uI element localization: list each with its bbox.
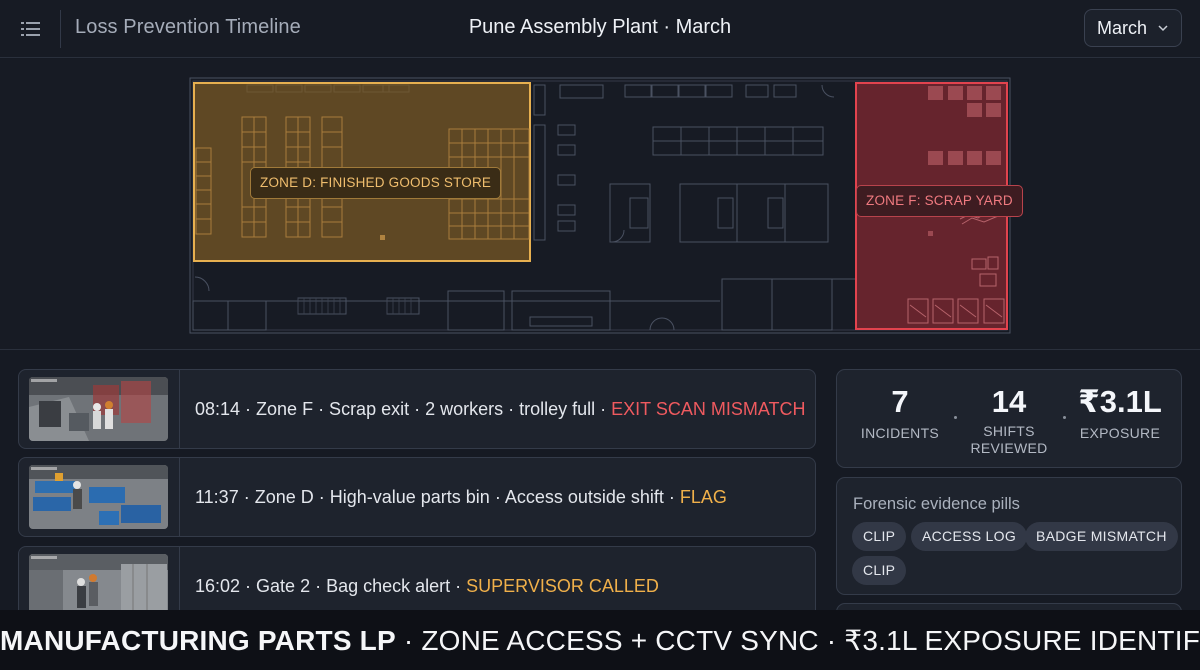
banner-title: MANUFACTURING PARTS LP <box>0 625 396 656</box>
evidence-pills-title: Forensic evidence pills <box>853 495 1020 513</box>
banner-detail: · ZONE ACCESS + CCTV SYNC · ₹3.1L EXPOSU… <box>395 625 1200 656</box>
stat-separator <box>954 416 957 419</box>
zone-f-label[interactable]: ZONE F: SCRAP YARD <box>856 185 1023 217</box>
evidence-pill-access-log[interactable]: ACCESS LOG <box>911 522 1028 551</box>
row-divider <box>179 458 180 536</box>
header-divider <box>60 10 61 48</box>
stat-shifts: 14 SHIFTS REVIEWED <box>964 384 1054 457</box>
app-header: Loss Prevention Timeline Pune Assembly P… <box>0 0 1200 58</box>
chevron-down-icon <box>1157 19 1169 37</box>
incident-tag: FLAG <box>679 487 727 507</box>
month-dropdown[interactable]: March <box>1084 9 1182 47</box>
cctv-thumbnail[interactable] <box>29 377 168 441</box>
incident-text: 11:37 · Zone D · High-value parts bin · … <box>195 458 727 536</box>
cctv-thumbnail[interactable] <box>29 554 168 618</box>
stat-label-line: SHIFTS <box>983 423 1035 439</box>
incident-row[interactable]: 11:37 · Zone D · High-value parts bin · … <box>18 457 816 537</box>
incident-tag: EXIT SCAN MISMATCH <box>611 399 806 419</box>
summary-banner: MANUFACTURING PARTS LP · ZONE ACCESS + C… <box>0 610 1200 670</box>
stat-label-line: REVIEWED <box>970 440 1048 456</box>
stat-label: SHIFTS REVIEWED <box>964 423 1054 457</box>
incident-detail: 11:37 · Zone D · High-value parts bin · … <box>195 487 680 507</box>
stats-card: 7 INCIDENTS 14 SHIFTS REVIEWED ₹3.1L EXPO… <box>836 369 1182 468</box>
list-icon[interactable] <box>18 17 44 41</box>
stat-value: 14 <box>991 384 1027 419</box>
incident-tag: SUPERVISOR CALLED <box>466 576 659 596</box>
incident-detail: 08:14 · Zone F · Scrap exit · 2 workers … <box>195 399 612 419</box>
stat-label: INCIDENTS <box>860 425 940 441</box>
evidence-pill-badge-mismatch[interactable]: BADGE MISMATCH <box>1025 522 1178 551</box>
stat-separator <box>1063 416 1066 419</box>
incident-text: 08:14 · Zone F · Scrap exit · 2 workers … <box>195 370 806 448</box>
incident-row[interactable]: 08:14 · Zone F · Scrap exit · 2 workers … <box>18 369 816 449</box>
zone-d-label[interactable]: ZONE D: FINISHED GOODS STORE <box>250 167 502 199</box>
stat-exposure: ₹3.1L EXPOSURE <box>1073 384 1167 442</box>
stat-label: EXPOSURE <box>1079 425 1161 441</box>
evidence-pills-card: Forensic evidence pills CLIP ACCESS LOG … <box>836 477 1182 595</box>
cctv-thumbnail[interactable] <box>29 465 168 529</box>
floor-plan: ZONE D: FINISHED GOODS STORE ZONE F: SCR… <box>0 59 1200 350</box>
month-dropdown-value: March <box>1097 17 1148 38</box>
stat-value: 7 <box>891 384 909 419</box>
stat-incidents: 7 INCIDENTS <box>855 384 945 442</box>
row-divider <box>179 370 180 448</box>
evidence-pill-clip[interactable]: CLIP <box>852 522 907 551</box>
incident-detail: 16:02 · Gate 2 · Bag check alert · <box>195 576 467 596</box>
stat-value: ₹3.1L <box>1078 384 1162 419</box>
app-title: Loss Prevention Timeline <box>75 16 301 38</box>
evidence-pill-clip[interactable]: CLIP <box>852 556 907 585</box>
